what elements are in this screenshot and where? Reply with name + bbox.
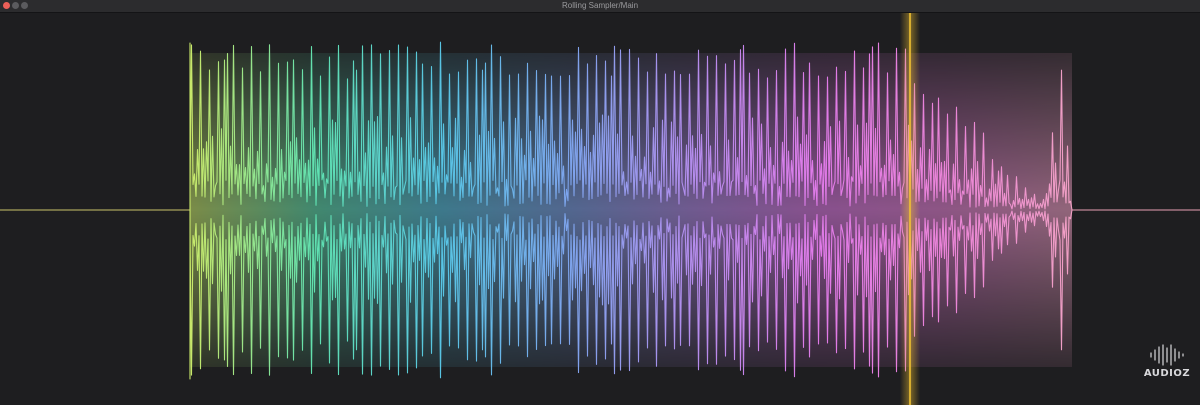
title-bar: Rolling Sampler/Main (0, 0, 1200, 13)
watermark-waveform-icon (1150, 344, 1184, 366)
waveform-display[interactable] (0, 13, 1200, 405)
watermark-label: AUDIOZ (1143, 368, 1191, 379)
window-title: Rolling Sampler/Main (561, 1, 639, 10)
waveform-canvas (0, 13, 1200, 405)
sampler-window: Rolling Sampler/Main AUDIOZ (0, 0, 1200, 405)
waveform-glow (190, 53, 1072, 367)
audioz-watermark: AUDIOZ (1141, 343, 1193, 383)
